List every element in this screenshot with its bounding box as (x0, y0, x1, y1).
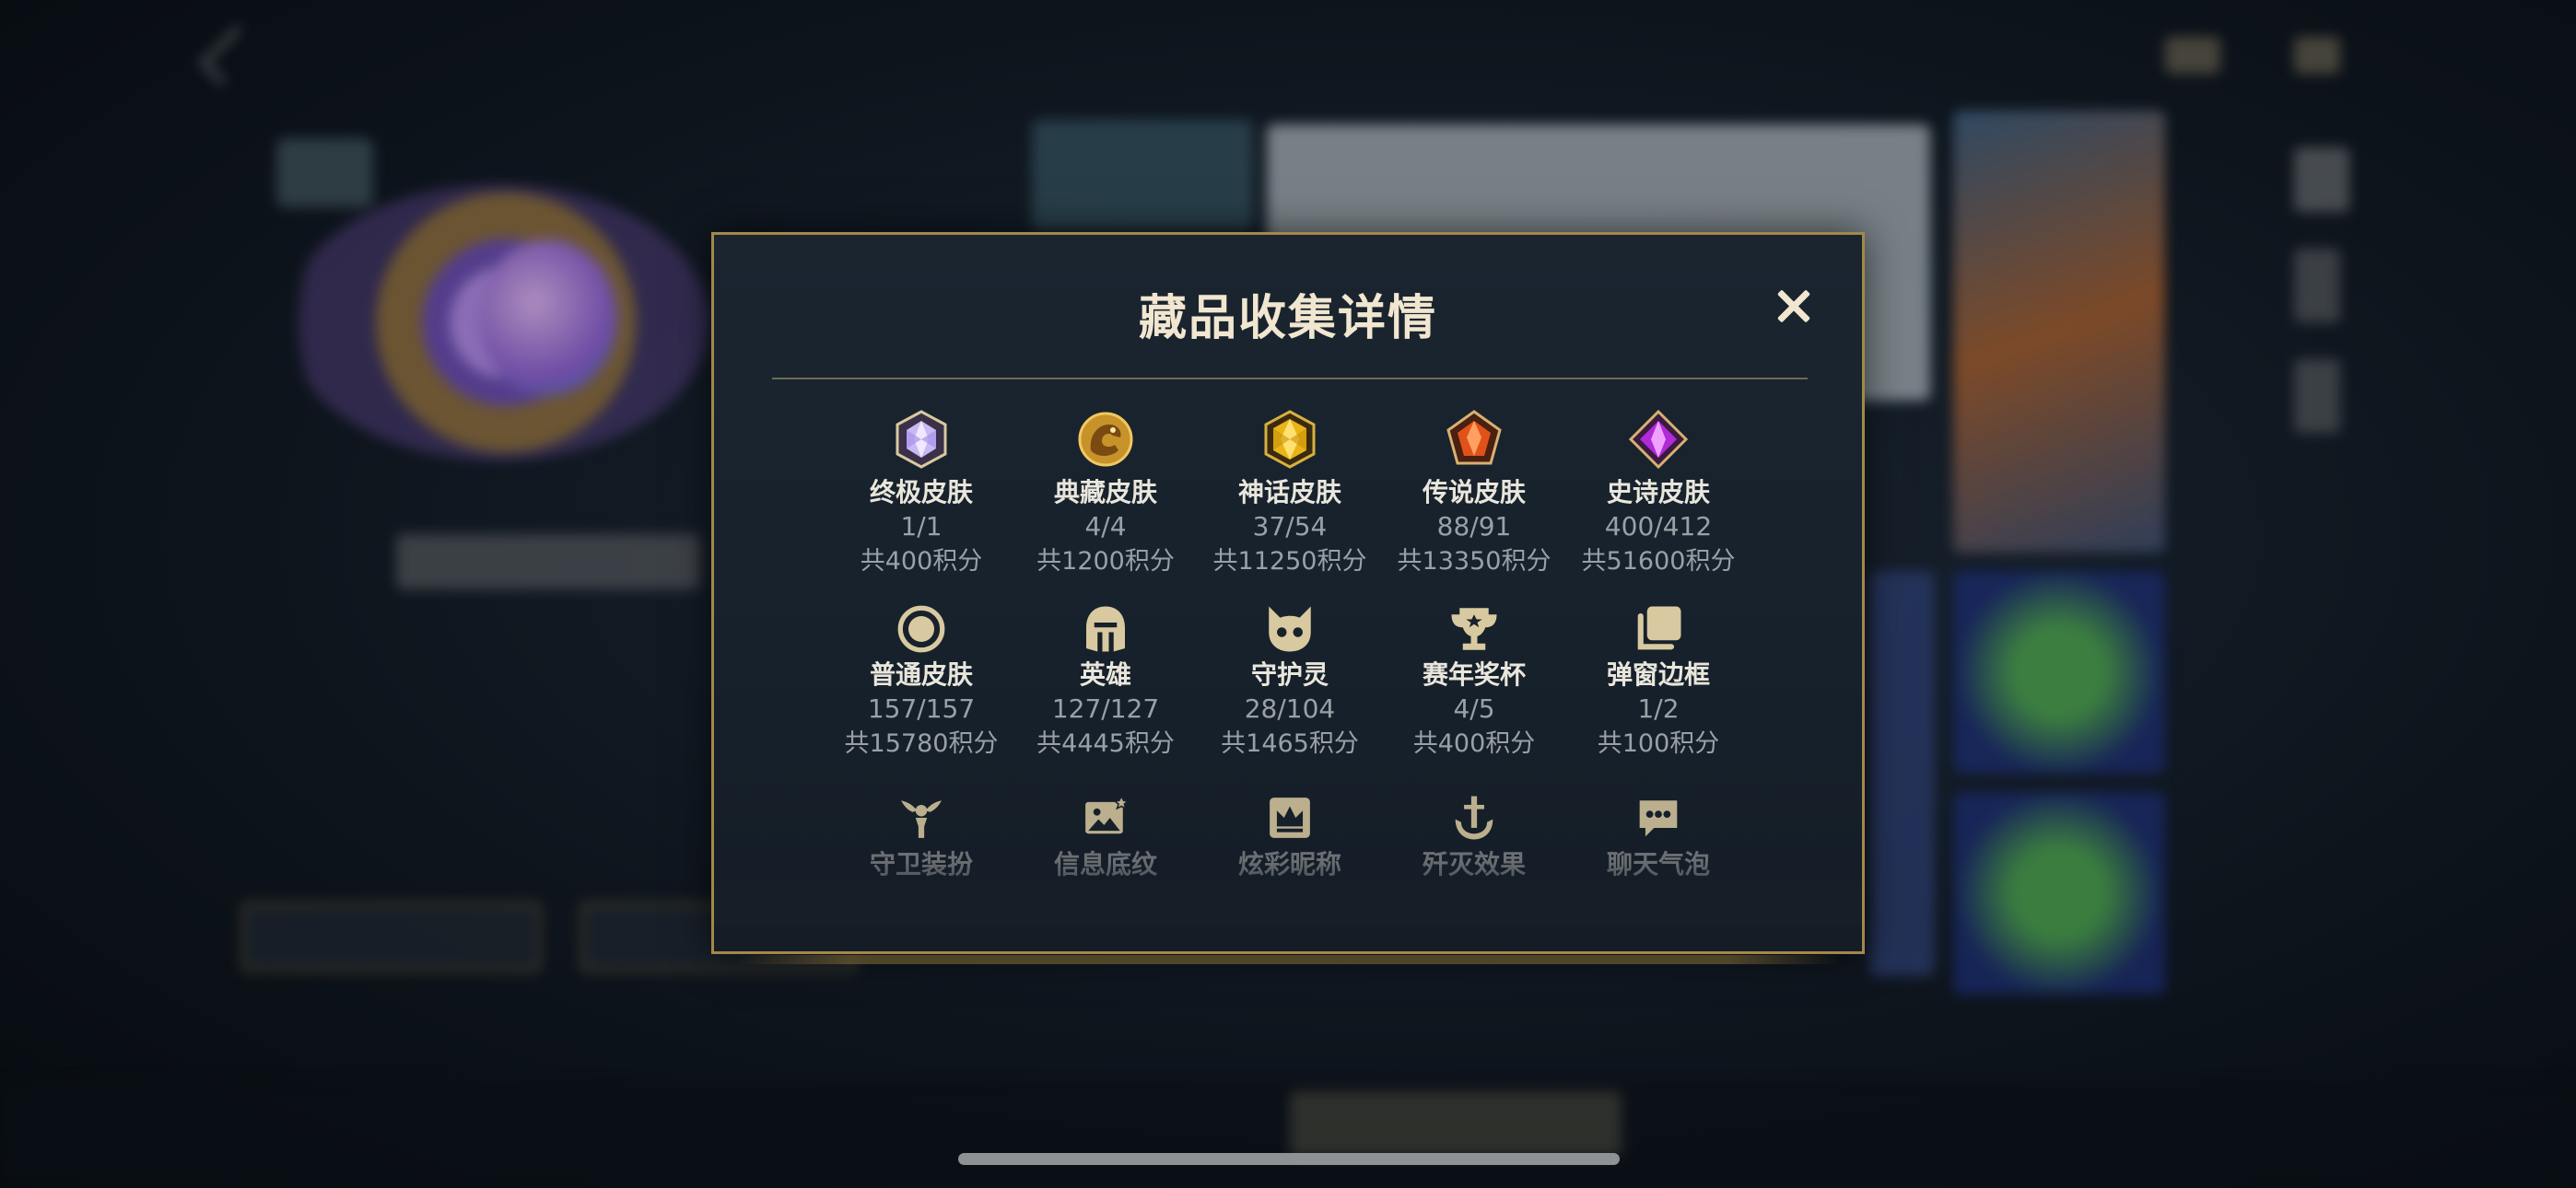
popup-frame-icon (1637, 606, 1681, 650)
collection-item-chat-bubble[interactable]: 聊天气泡 (1571, 795, 1746, 881)
chat-bubble-icon (1639, 800, 1678, 837)
collection-item-info-banner[interactable]: 信息底纹 (1018, 795, 1193, 881)
colorful-nickname-crown-icon (1270, 798, 1310, 838)
legacy-skin-dragon-icon (1078, 412, 1133, 467)
collection-item-epic-skin[interactable]: 史诗皮肤 400/412 共51600积分 (1571, 410, 1746, 579)
bottom-nav-bar (0, 1082, 2576, 1188)
ultimate-skin-gem-icon (896, 410, 947, 469)
rank-badge (276, 138, 373, 207)
season-trophy-icon (1451, 608, 1497, 650)
collection-item-ultimate-skin[interactable]: 终极皮肤 1/1 共400积分 (834, 410, 1009, 579)
collection-item-normal-skin[interactable]: 普通皮肤 157/157 共15780积分 (834, 603, 1009, 762)
champion-helmet-icon (1086, 606, 1125, 652)
side-icon (2294, 147, 2349, 212)
skin-tile (1870, 571, 1935, 976)
bottom-nav-active (1290, 1091, 1622, 1156)
modal-title: 藏品收集详情 (1138, 291, 1437, 346)
collection-item-popup-frame[interactable]: 弹窗边框 1/2 共100积分 (1571, 603, 1746, 762)
close-icon[interactable] (1770, 283, 1818, 331)
skin-tile (1953, 792, 2165, 995)
ace-effect-anchor-icon (1455, 796, 1493, 840)
collection-item-ward-skin[interactable]: 守卫装扮 (834, 795, 1009, 881)
skin-tile (1953, 111, 2165, 553)
side-icon (2294, 249, 2340, 322)
mail-icon (2165, 37, 2220, 74)
collection-item-colorful-nickname[interactable]: 炫彩昵称 (1202, 795, 1377, 881)
normal-skin-circle-icon (897, 605, 945, 653)
collection-details-modal: 藏品收集详情 终极皮肤 1/1 共400积分 典藏皮肤 4/4 共1200积分 (711, 232, 1865, 964)
collection-item-mythic-skin[interactable]: 神话皮肤 37/54 共11250积分 (1202, 410, 1377, 579)
side-icon (2294, 359, 2340, 433)
skin-tile (1953, 571, 2165, 774)
collection-item-legendary-skin[interactable]: 传说皮肤 88/91 共13350积分 (1387, 410, 1562, 579)
rank-title-bar (396, 534, 700, 589)
collection-item-champion[interactable]: 英雄 127/127 共4445积分 (1018, 603, 1193, 762)
title-divider (772, 378, 1808, 379)
info-banner-icon (1085, 795, 1130, 834)
bg-button-left (241, 903, 541, 972)
collection-item-little-legend[interactable]: 守护灵 28/104 共1465积分 (1202, 603, 1377, 762)
exit-icon (2294, 37, 2340, 74)
mythic-skin-gem-icon (1264, 410, 1316, 469)
epic-skin-gem-icon (1629, 410, 1688, 469)
collection-item-legacy-skin[interactable]: 典藏皮肤 4/4 共1200积分 (1018, 410, 1193, 579)
ward-skin-icon (901, 800, 942, 838)
legendary-skin-gem-icon (1446, 410, 1502, 465)
skin-tile (1032, 120, 1253, 230)
little-legend-icon (1269, 606, 1311, 652)
collection-item-ace-effect[interactable]: 歼灭效果 (1387, 795, 1562, 881)
collection-item-season-trophy[interactable]: 赛年奖杯 4/5 共400积分 (1387, 603, 1562, 762)
back-arrow-icon (197, 24, 260, 87)
profile-gem-image (479, 239, 617, 396)
home-indicator[interactable] (958, 1153, 1620, 1165)
